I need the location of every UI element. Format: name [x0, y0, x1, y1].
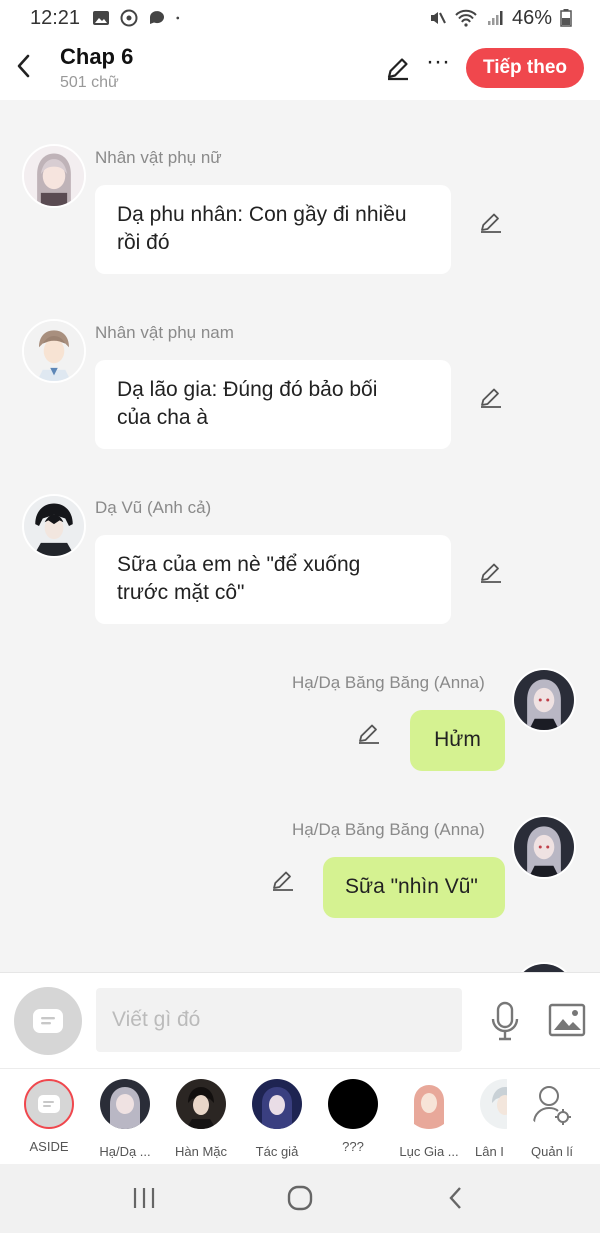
message-bubble[interactable]: Dạ lão gia: Đúng đó bảo bối của cha à: [95, 360, 451, 449]
character-luc-gia[interactable]: Lục Gia ...: [391, 1079, 467, 1159]
edit-message-icon[interactable]: [270, 867, 296, 893]
character-avatar: [328, 1079, 378, 1129]
character-label: Lân I: [475, 1144, 504, 1159]
user-settings-icon: [533, 1086, 571, 1125]
avatar-ha-da-bang-bang[interactable]: [512, 668, 576, 732]
character-label: Quản lí: [531, 1144, 573, 1159]
message-bubble[interactable]: Sữa của em nè "để xuống trước mặt cô": [95, 535, 451, 624]
character-ha-da[interactable]: Hạ/Dạ ...: [87, 1079, 163, 1159]
image-icon[interactable]: [548, 1003, 586, 1037]
back-nav-icon[interactable]: [446, 1184, 466, 1212]
message-text-line: của cha à: [117, 406, 209, 429]
edit-title-icon[interactable]: [384, 54, 412, 82]
edit-message-icon[interactable]: [356, 720, 382, 746]
message-input[interactable]: [96, 988, 462, 1052]
chat-area[interactable]: Nhân vật phụ nữ Dạ phu nhân: Con gầy đi …: [0, 100, 600, 972]
message-author: Dạ Vũ (Anh cả): [95, 498, 212, 517]
signal-icon: [487, 11, 503, 25]
status-bar: 12:21 46%: [0, 0, 600, 36]
message-author: Nhân vật phụ nữ: [95, 148, 222, 167]
aside-icon: [24, 1079, 74, 1129]
recent-apps-icon[interactable]: [132, 1184, 156, 1212]
aside-toggle-button[interactable]: [14, 987, 82, 1055]
message-bubble[interactable]: Dạ phu nhân: Con gầy đi nhiều rồi đó: [95, 185, 451, 274]
system-nav-bar: [0, 1164, 600, 1233]
battery-icon: [560, 9, 572, 27]
back-arrow-icon[interactable]: [12, 50, 36, 82]
character-label: ???: [342, 1139, 364, 1154]
chapter-header: Chap 6 501 chữ ··· Tiếp theo: [0, 36, 600, 100]
character-tac-gia[interactable]: Tác giả: [239, 1079, 315, 1159]
character-lan[interactable]: Lân I: [467, 1079, 507, 1159]
avatar-partial: [512, 962, 576, 972]
more-options-icon[interactable]: ···: [424, 50, 452, 82]
character-avatar: [404, 1079, 454, 1129]
message-text-line: Dạ lão gia: Đúng đó bảo bối: [117, 378, 378, 401]
character-avatar: [480, 1079, 507, 1129]
character-avatar: [176, 1079, 226, 1129]
avatar-da-vu[interactable]: [22, 494, 86, 558]
edit-message-icon[interactable]: [478, 209, 504, 235]
character-label: Lục Gia ...: [399, 1144, 459, 1159]
home-icon[interactable]: [286, 1184, 314, 1212]
message-text-line: rồi đó: [117, 231, 170, 254]
my-message-bubble[interactable]: Hửm: [410, 710, 505, 771]
compass-icon: [120, 9, 138, 27]
character-label: Tác giả: [255, 1144, 299, 1159]
manage-characters-button[interactable]: Quản lí: [514, 1079, 590, 1159]
edit-message-icon[interactable]: [478, 559, 504, 585]
avatar-male-side-character[interactable]: [22, 319, 86, 383]
chapter-title: Chap 6: [60, 44, 134, 69]
next-chapter-button[interactable]: Tiếp theo: [466, 48, 584, 88]
character-selector: ASIDE Hạ/Dạ ... Hàn Mặc Tác giả ??? Lục …: [0, 1068, 600, 1164]
character-unknown[interactable]: ???: [315, 1079, 391, 1154]
dot-icon: [176, 16, 180, 20]
my-message-bubble[interactable]: Sữa "nhìn Vũ": [323, 857, 505, 918]
mute-icon: [430, 12, 446, 24]
avatar-female-side-character[interactable]: [22, 144, 86, 208]
message-author: Nhân vật phụ nam: [95, 323, 234, 342]
character-han-mac[interactable]: Hàn Mặc: [163, 1079, 239, 1159]
character-label: Hàn Mặc: [174, 1144, 228, 1159]
character-avatar: [252, 1079, 302, 1129]
character-label: ASIDE: [29, 1139, 69, 1154]
battery-percent: 46%: [511, 6, 552, 29]
message-text-line: trước mặt cô": [117, 581, 245, 604]
character-avatar: [100, 1079, 150, 1129]
status-time: 12:21: [30, 6, 81, 29]
wifi-icon: [455, 9, 477, 27]
message-bubble-icon: [150, 11, 165, 24]
message-author: Hạ/Dạ Băng Băng (Anna): [292, 673, 485, 692]
character-aside[interactable]: ASIDE: [11, 1079, 87, 1154]
edit-message-icon[interactable]: [478, 384, 504, 410]
message-text: Sữa "nhìn Vũ": [345, 875, 478, 898]
title-block: Chap 6 501 chữ: [60, 44, 133, 92]
message-text-line: Sữa của em nè "để xuống: [117, 553, 361, 576]
message-composer: [0, 972, 600, 1068]
avatar-ha-da-bang-bang[interactable]: [512, 815, 576, 879]
gallery-icon: [93, 11, 110, 25]
word-count: 501 chữ: [60, 74, 119, 91]
message-text-line: Dạ phu nhân: Con gầy đi nhiều: [117, 203, 407, 226]
character-label: Hạ/Dạ ...: [99, 1144, 151, 1159]
aside-message-icon: [33, 1009, 63, 1033]
microphone-icon[interactable]: [488, 1001, 522, 1041]
message-author: Hạ/Dạ Băng Băng (Anna): [292, 820, 485, 839]
message-text: Hửm: [434, 728, 481, 751]
